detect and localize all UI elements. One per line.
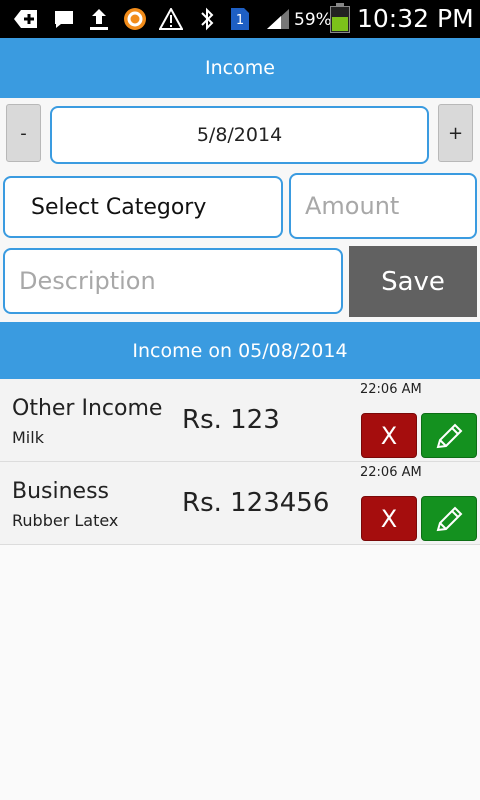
- entry-amount: Rs. 123456: [182, 488, 330, 518]
- list-header: Income on 05/08/2014: [0, 322, 480, 379]
- edit-button[interactable]: [421, 496, 477, 541]
- delete-button[interactable]: X: [361, 413, 417, 458]
- decrement-date-button[interactable]: -: [6, 104, 41, 162]
- list-item: Other Income Milk Rs. 123 22:06 AM X: [0, 379, 480, 462]
- page-title: Income: [205, 57, 275, 79]
- upload-icon: [87, 6, 111, 32]
- entry-category: Other Income: [12, 396, 163, 421]
- pencil-icon: [436, 423, 463, 448]
- bluetooth-icon: [197, 6, 217, 32]
- signal-icon: [264, 6, 292, 32]
- date-field[interactable]: 5/8/2014: [50, 106, 429, 164]
- title-bar: Income: [0, 38, 480, 98]
- message-icon: [52, 6, 76, 32]
- entry-description: Milk: [12, 428, 44, 447]
- sim-badge: 1: [236, 13, 244, 28]
- warning-icon: [158, 6, 184, 32]
- entry-time: 22:06 AM: [360, 382, 422, 397]
- sim-one-icon: 1: [228, 6, 252, 32]
- increment-date-button[interactable]: +: [438, 104, 473, 162]
- pencil-icon: [436, 506, 463, 531]
- entry-time: 22:06 AM: [360, 465, 422, 480]
- save-button[interactable]: Save: [349, 246, 477, 317]
- add-box-icon: [12, 6, 40, 32]
- entry-category: Business: [12, 479, 110, 504]
- entry-description: Rubber Latex: [12, 511, 119, 530]
- delete-button[interactable]: X: [361, 496, 417, 541]
- empty-list-area: [0, 545, 480, 800]
- income-list: Other Income Milk Rs. 123 22:06 AM X Bus…: [0, 379, 480, 545]
- clock: 10:32 PM: [357, 4, 474, 33]
- amount-input[interactable]: Amount: [289, 173, 477, 239]
- entry-amount: Rs. 123: [182, 405, 280, 435]
- orange-app-icon: [122, 6, 148, 32]
- battery-icon: [330, 3, 350, 33]
- list-item: Business Rubber Latex Rs. 123456 22:06 A…: [0, 462, 480, 545]
- status-bar: 1 59% 10:32 PM: [0, 0, 480, 38]
- edit-button[interactable]: [421, 413, 477, 458]
- battery-percent: 59%: [294, 10, 332, 30]
- list-header-title: Income on 05/08/2014: [132, 339, 348, 362]
- category-select[interactable]: Select Category: [3, 176, 283, 238]
- description-input[interactable]: Description: [3, 248, 343, 314]
